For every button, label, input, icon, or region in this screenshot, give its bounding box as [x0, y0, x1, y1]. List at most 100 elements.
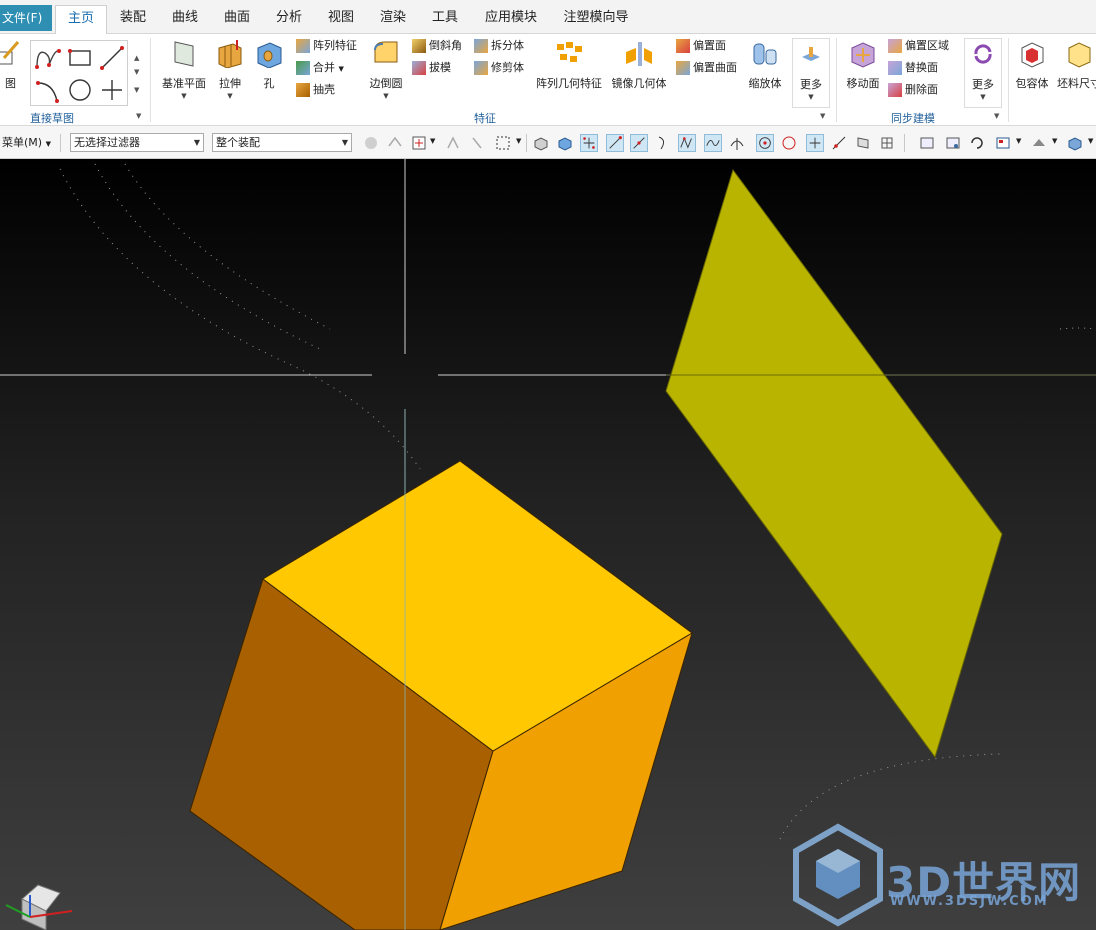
existing-point-icon[interactable] — [806, 134, 824, 152]
graphics-viewport[interactable]: 3D世界网 WWW.3DSJW.COM — [0, 159, 1096, 930]
tab-assembly[interactable]: 装配 — [110, 5, 156, 34]
dropdown-arrow-icon[interactable]: ▼ — [1088, 137, 1093, 145]
sketch-expand-arrow[interactable]: ▼ — [134, 86, 139, 94]
offset-face-button[interactable]: 偏置面 — [676, 36, 726, 56]
circle-icon[interactable] — [65, 75, 95, 105]
curve-point-icon[interactable] — [704, 134, 722, 152]
point-on-face-icon[interactable] — [854, 134, 872, 152]
chamfer-button[interactable]: 倒斜角 — [412, 36, 462, 56]
tab-render[interactable]: 渲染 — [370, 5, 416, 34]
stock-size-button[interactable]: 坯料尺寸 — [1054, 38, 1096, 108]
dropdown-arrow-icon[interactable]: ▼ — [793, 93, 829, 101]
tab-view[interactable]: 视图 — [318, 5, 364, 34]
intersection-point-icon[interactable] — [678, 134, 696, 152]
unite-button[interactable]: 合并 ▼ — [296, 58, 344, 78]
type-filter-select[interactable]: 无选择过滤器 ▼ — [70, 133, 204, 152]
offset-face-label: 偏置面 — [693, 39, 726, 52]
selection-scope-select[interactable]: 整个装配 ▼ — [212, 133, 352, 152]
sync-more-button[interactable]: 更多 ▼ — [964, 38, 1002, 108]
toolbar-separator — [526, 134, 527, 152]
quadrant-point-icon[interactable] — [780, 134, 798, 152]
graphics-canvas[interactable] — [0, 159, 1096, 930]
extrude-icon — [218, 40, 242, 68]
feature-more-button[interactable]: 更多 ▼ — [792, 38, 830, 108]
deselect-icon[interactable] — [468, 134, 486, 152]
dropdown-arrow-icon[interactable]: ▼ — [158, 92, 210, 100]
snap-grid-icon[interactable] — [580, 134, 598, 152]
dropdown-arrow-icon[interactable]: ▼ — [212, 92, 248, 100]
feature-group-arrow[interactable]: ▼ — [820, 112, 825, 120]
assembly-filter-icon[interactable] — [362, 134, 380, 152]
type-filter-value: 无选择过滤器 — [74, 136, 140, 149]
hole-icon — [257, 42, 282, 68]
sketch-button[interactable]: 图 — [0, 38, 20, 108]
menu-button[interactable]: 菜单(M) ▼ — [2, 134, 51, 150]
rotate-view-icon[interactable] — [968, 134, 986, 152]
sketch-more-arrow[interactable]: ▲ — [134, 54, 139, 62]
mirror-geometry-button[interactable]: 镜像几何体 — [608, 38, 670, 108]
bounding-body-button[interactable]: 包容体 — [1012, 38, 1052, 108]
end-point-icon[interactable] — [606, 134, 624, 152]
tab-analysis[interactable]: 分析 — [266, 5, 312, 34]
dropdown-arrow-icon[interactable]: ▼ — [366, 92, 406, 100]
trim-body-button[interactable]: 修剪体 — [474, 58, 524, 78]
tab-surface[interactable]: 曲面 — [214, 5, 260, 34]
profile-icon[interactable] — [33, 43, 63, 73]
tab-mold-wizard[interactable]: 注塑模向导 — [556, 5, 636, 34]
datum-plane-button[interactable]: 基准平面 ▼ — [158, 38, 210, 108]
bounded-grid-icon[interactable] — [878, 134, 896, 152]
solid-body-icon[interactable] — [532, 134, 550, 152]
dropdown-arrow-icon[interactable]: ▼ — [1016, 137, 1021, 145]
dropdown-arrow-icon[interactable]: ▼ — [1052, 137, 1057, 145]
tangent-point-icon[interactable] — [728, 134, 746, 152]
draft-button[interactable]: 拔模 — [412, 58, 451, 78]
edge-blend-button[interactable]: 边倒圆 ▼ — [366, 38, 406, 108]
dropdown-arrow-icon[interactable]: ▼ — [430, 137, 435, 145]
offset-surface-button[interactable]: 偏置曲面 — [676, 58, 737, 78]
tab-applications[interactable]: 应用模块 — [478, 5, 544, 34]
scale-body-button[interactable]: 缩放体 — [744, 38, 786, 108]
offset-region-button[interactable]: 偏置区域 — [888, 36, 949, 56]
file-menu-tab[interactable]: 文件(F) — [0, 5, 52, 31]
dropdown-arrow-icon[interactable]: ▼ — [516, 137, 521, 145]
snap-point-icon[interactable] — [410, 134, 428, 152]
selection-toolbar: 菜单(M) ▼ 无选择过滤器 ▼ 整个装配 ▼ ▼ ▼ ▼ ▼ ▼ — [0, 126, 1096, 159]
select-link-icon[interactable] — [386, 134, 404, 152]
group-label-feature: 特征 — [474, 112, 496, 125]
show-and-hide-icon[interactable] — [444, 134, 462, 152]
line-icon[interactable] — [97, 43, 127, 73]
pattern-feature-button[interactable]: 阵列特征 — [296, 36, 357, 56]
tab-tools[interactable]: 工具 — [422, 5, 468, 34]
rectangle-icon[interactable] — [65, 43, 95, 73]
face-select-icon[interactable] — [556, 134, 574, 152]
point-icon[interactable] — [97, 75, 127, 105]
arc-icon[interactable] — [33, 75, 63, 105]
point-on-curve-icon[interactable] — [830, 134, 848, 152]
arc-center-icon[interactable] — [756, 134, 774, 152]
move-face-button[interactable]: 移动面 — [842, 38, 884, 108]
hole-button[interactable]: 孔 — [252, 38, 286, 108]
delete-face-button[interactable]: 删除面 — [888, 80, 938, 100]
replace-face-button[interactable]: 替换面 — [888, 58, 938, 78]
control-point-icon[interactable] — [654, 134, 672, 152]
direct-sketch-group-arrow[interactable]: ▼ — [136, 112, 141, 120]
pattern-geometry-button[interactable]: 阵列几何特征 — [534, 38, 604, 108]
rectangle-select-icon[interactable] — [494, 134, 512, 152]
sync-group-arrow[interactable]: ▼ — [994, 112, 999, 120]
direct-sketch-gallery — [30, 40, 128, 106]
split-body-button[interactable]: 拆分体 — [474, 36, 524, 56]
extrude-button[interactable]: 拉伸 ▼ — [212, 38, 248, 108]
orient-view-icon[interactable] — [994, 134, 1012, 152]
render-style-icon[interactable] — [1030, 134, 1048, 152]
delete-face-label: 删除面 — [905, 83, 938, 96]
sketch-more-arrow-down[interactable]: ▼ — [134, 68, 139, 76]
dropdown-arrow-icon[interactable]: ▼ — [339, 65, 344, 73]
mid-point-icon[interactable] — [630, 134, 648, 152]
tab-home[interactable]: 主页 — [55, 5, 107, 34]
shaded-view-icon[interactable] — [1066, 134, 1084, 152]
shell-button[interactable]: 抽壳 — [296, 80, 335, 100]
dropdown-arrow-icon[interactable]: ▼ — [965, 93, 1001, 101]
fit-view-icon[interactable] — [918, 134, 936, 152]
tab-curve[interactable]: 曲线 — [162, 5, 208, 34]
zoom-view-icon[interactable] — [944, 134, 962, 152]
